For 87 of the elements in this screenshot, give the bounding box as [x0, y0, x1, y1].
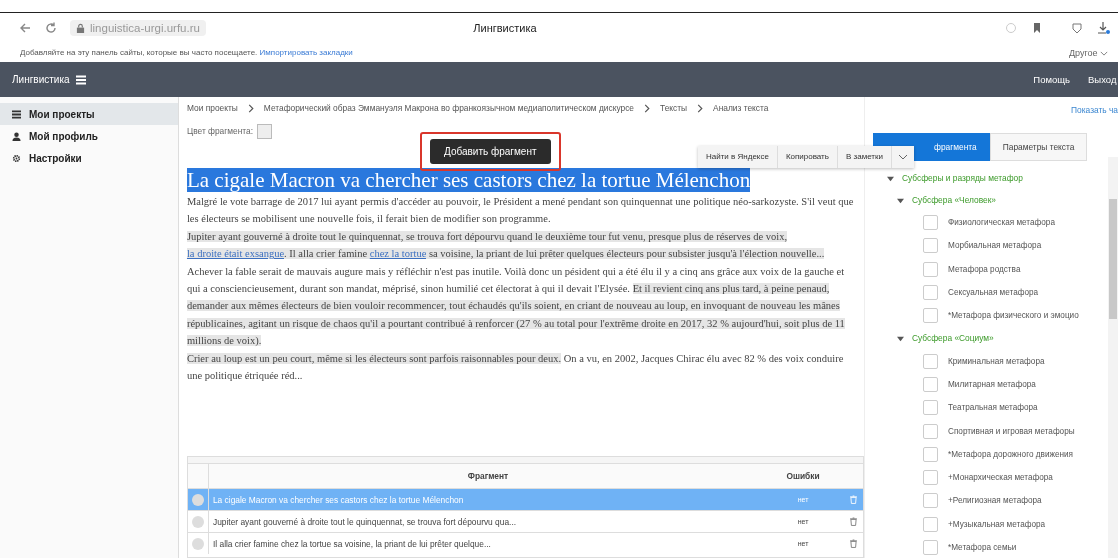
- trash-icon[interactable]: [849, 517, 857, 526]
- breadcrumb-link[interactable]: Метафорический образ Эммануэля Макрона во франкоязычном медиаполитическом дискурсе: [263, 103, 634, 113]
- back-icon[interactable]: [18, 21, 32, 35]
- breadcrumb-link[interactable]: Тексты: [660, 103, 688, 113]
- checkbox-label: *Метафора дорожного движения: [948, 449, 1075, 459]
- reload-icon[interactable]: [44, 21, 58, 35]
- checkbox-label: +Музыкальная метафора: [948, 519, 1047, 529]
- breadcrumb-link[interactable]: Анализ текста: [713, 103, 769, 113]
- chevron-icon: [697, 103, 704, 113]
- bookmarks-hint: Добавляйте на эту панель сайты, которые вы часто посещаете. Импортировать закладки: [20, 48, 354, 57]
- list-icon: [12, 109, 21, 119]
- checkbox-label: Милитарная метафора: [948, 379, 1037, 389]
- menu-icon[interactable]: [75, 74, 86, 85]
- checkbox[interactable]: [923, 400, 938, 416]
- checkbox[interactable]: [923, 423, 938, 439]
- nav-link[interactable]: Помощь: [1033, 74, 1070, 85]
- color-picker[interactable]: [257, 123, 273, 139]
- checkbox[interactable]: [923, 540, 938, 555]
- checkbox-label: Морбиальная метафора: [948, 241, 1043, 251]
- caret-icon[interactable]: [887, 174, 894, 182]
- import-bookmarks-link[interactable]: Импортировать закладки: [259, 48, 353, 57]
- breadcrumb-link[interactable]: Мои проекты: [186, 103, 238, 113]
- chevron-icon: [247, 103, 254, 113]
- chevron-down-icon[interactable]: [897, 154, 908, 160]
- user-icon: [12, 131, 21, 141]
- column-header: Ошибки: [785, 471, 821, 481]
- context-menu-item[interactable]: Копировать: [777, 146, 838, 168]
- document-title: La cigale Macron va chercher ses castors chez la tortue Mélenchon: [186, 168, 751, 192]
- checkbox-label: Сексуальная метафора: [948, 288, 1040, 298]
- row-radio[interactable]: [191, 537, 204, 550]
- checkbox[interactable]: [923, 215, 938, 231]
- checkbox[interactable]: [923, 493, 938, 509]
- trash-icon[interactable]: [849, 539, 857, 548]
- checkbox-label: *Метафора семьи: [948, 543, 1018, 552]
- checkbox[interactable]: [923, 446, 938, 462]
- context-menu-item[interactable]: В заметки: [837, 146, 892, 168]
- checkbox[interactable]: [923, 238, 938, 254]
- text-paragraph: Malgré le vote barrage de 2017 lui ayant permis d'accéder au pouvoir, le Président a mené pendant son quinquennat une politique néo-sarkozyste. S'il veut que les électeurs se mobilisent une nouvelle fois, il ferait bien de modifier son programme.: [186, 195, 855, 227]
- gear-icon: [12, 153, 21, 163]
- checkbox[interactable]: [923, 353, 938, 369]
- row-radio[interactable]: [191, 515, 204, 528]
- tooltip: Добавить фрагмент: [430, 139, 551, 164]
- text-paragraph: Achever la fable serait de mauvais augure mais y réfléchir n'est pas inutile. Voilà donc un pésident qui a été élu il y a cinq ans grâce aux voix de la gauche et qui a consciencieusement, durant son mandat, méprisé, sinon humilié cet électorat à qui il devait l'Elysée. Et il revient cinq ans plus tard, à peine penaud, demander aux mêmes électeurs de bien vouloir recommencer, tout échaudés qu'ils soient, en criant de nouveau au loup, en invoquant de nouveau les mânes républicaines, agitant un risque de chaos qu'il a pourtant contribué à renforcer (27 % au total pour l'extrême droite en 2017, 32 % aujourd'hui, soit plus de 11 millions de voix).: [186, 264, 846, 349]
- brand[interactable]: Лингвистика: [12, 74, 70, 85]
- checkbox[interactable]: [923, 516, 938, 532]
- caret-icon[interactable]: [897, 335, 904, 342]
- text-paragraph: Crier au loup est un peu court, même si les électeurs sont parfois raisonnables pour deux. On a vu, en 2002, Jacques Chirac élu avec 82 % des voix conduire une politique étriquée réd...: [186, 351, 845, 384]
- checkbox[interactable]: [923, 261, 938, 277]
- checkbox[interactable]: [923, 285, 938, 301]
- page-title: Лингвистика: [472, 22, 538, 34]
- show-link[interactable]: Показать ча: [1071, 105, 1118, 115]
- shield-icon[interactable]: [1070, 21, 1084, 35]
- checkbox-label: Спортивная и игровая метафоры: [948, 426, 1076, 436]
- checkbox-label: Криминальная метафора: [948, 356, 1046, 366]
- sidebar-item[interactable]: Мои проекты: [0, 103, 178, 125]
- fragment-link[interactable]: chez la tortue: [369, 248, 427, 260]
- checkbox[interactable]: [923, 470, 938, 486]
- text-paragraph: Jupiter ayant gouverné à droite tout le quinquennat, se trouva fort dépourvu quand le deuxième tour fut venu, presque plus de réserves de voix, la droite était exsangue. Il alla crier famine chez la tortue sa voisine, la priant de lui prêter quelques électeurs pour subsister jusqu'à l'élection nouvelle...: [186, 229, 826, 262]
- checkbox-label: +Монархическая метафора: [948, 473, 1054, 483]
- tree-group[interactable]: Субсфера «Человек»: [912, 195, 996, 205]
- nav-link[interactable]: Выход: [1088, 74, 1118, 85]
- download-icon[interactable]: [1096, 21, 1110, 35]
- lock-icon: [76, 22, 85, 34]
- table-cell-text: Jupiter ayant gouverné à droite tout le quinquennat, se trouva fort dépourvu qua...: [211, 516, 518, 527]
- context-menu-item[interactable]: Найти в Яндексе: [698, 146, 778, 168]
- tab[interactable]: Параметры текста: [989, 133, 1088, 161]
- row-radio[interactable]: [191, 493, 204, 506]
- checkbox[interactable]: [923, 376, 938, 392]
- chevron-down-icon[interactable]: [1100, 50, 1108, 56]
- table-cell-text: Il alla crier famine chez la tortue sa voisine, la priant de lui prêter quelque...: [211, 538, 492, 549]
- checkbox-label: +Религиозная метафора: [948, 496, 1043, 506]
- table-cell-text: La cigale Macron va chercher ses castors chez la tortue Mélenchon: [211, 494, 465, 505]
- checkbox-label: Театральная метафора: [948, 403, 1039, 413]
- caret-icon[interactable]: [897, 196, 904, 204]
- checkbox-label: Физиологическая метафора: [948, 218, 1056, 228]
- other-bookmarks-button[interactable]: Другое: [1068, 47, 1108, 58]
- checkbox[interactable]: [923, 308, 938, 324]
- sidebar-item[interactable]: Настройки: [0, 147, 178, 169]
- column-header: Фрагмент: [466, 471, 510, 481]
- tree-group[interactable]: Субсферы и разряды метафор: [902, 173, 1023, 183]
- checkbox-label: Метафора родства: [948, 264, 1022, 274]
- tree-group[interactable]: Субсфера «Социум»: [912, 333, 994, 344]
- sidebar-item[interactable]: Мой профиль: [0, 125, 178, 147]
- scrollbar-thumb[interactable]: [1109, 199, 1117, 319]
- fragment-color-label: Цвет фрагмента:: [186, 126, 254, 136]
- checkbox-label: *Метафора физического и эмоцио: [948, 311, 1080, 321]
- chevron-icon: [644, 103, 650, 113]
